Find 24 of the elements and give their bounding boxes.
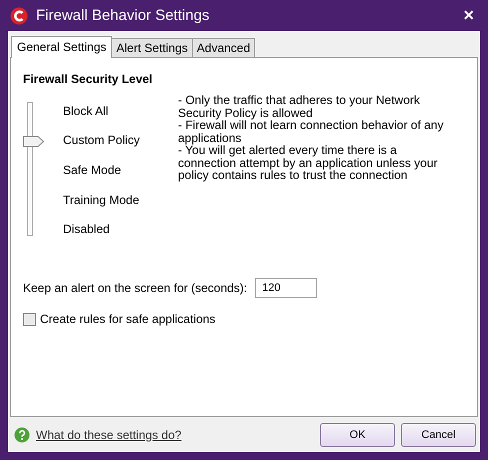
description-text: - You will get alerted every time there is a connection attempt by an application unless your policy contains rules to trust the connection	[178, 144, 438, 182]
tab[interactable]: Advanced	[192, 38, 256, 57]
dialog-button[interactable]: Cancel	[401, 422, 476, 446]
help-icon	[14, 426, 30, 442]
tab[interactable]: Alert Settings	[111, 38, 193, 57]
tab[interactable]: General Settings	[11, 36, 112, 58]
shield-logo-icon	[10, 6, 28, 24]
section-title: Firewall Security Level	[23, 72, 154, 86]
level-label: Safe Mode	[63, 162, 122, 177]
description-text: - Only the traffic that adheres to your Network Security Policy is allowed	[178, 94, 421, 119]
level-label: Block All	[63, 104, 108, 118]
checkbox-label: Create rules for safe applications	[40, 312, 216, 326]
seconds-field[interactable]: 120	[255, 278, 318, 298]
level-label: Training Mode	[63, 192, 140, 207]
description-text: - Firewall will not learn connection behavior of any applications	[178, 119, 444, 144]
checkbox[interactable]	[23, 312, 36, 326]
close-button[interactable]: ×	[457, 5, 480, 26]
window-title: Firewall Behavior Settings	[36, 7, 210, 24]
alert-duration-label: Keep an alert on the screen for (seconds):	[23, 281, 248, 295]
slider-thumb[interactable]	[23, 136, 44, 146]
dialog-button[interactable]: OK	[320, 422, 395, 446]
level-label: Custom Policy	[63, 133, 140, 148]
level-label: Disabled	[63, 222, 110, 236]
help-link[interactable]: What do these settings do?	[36, 428, 182, 442]
